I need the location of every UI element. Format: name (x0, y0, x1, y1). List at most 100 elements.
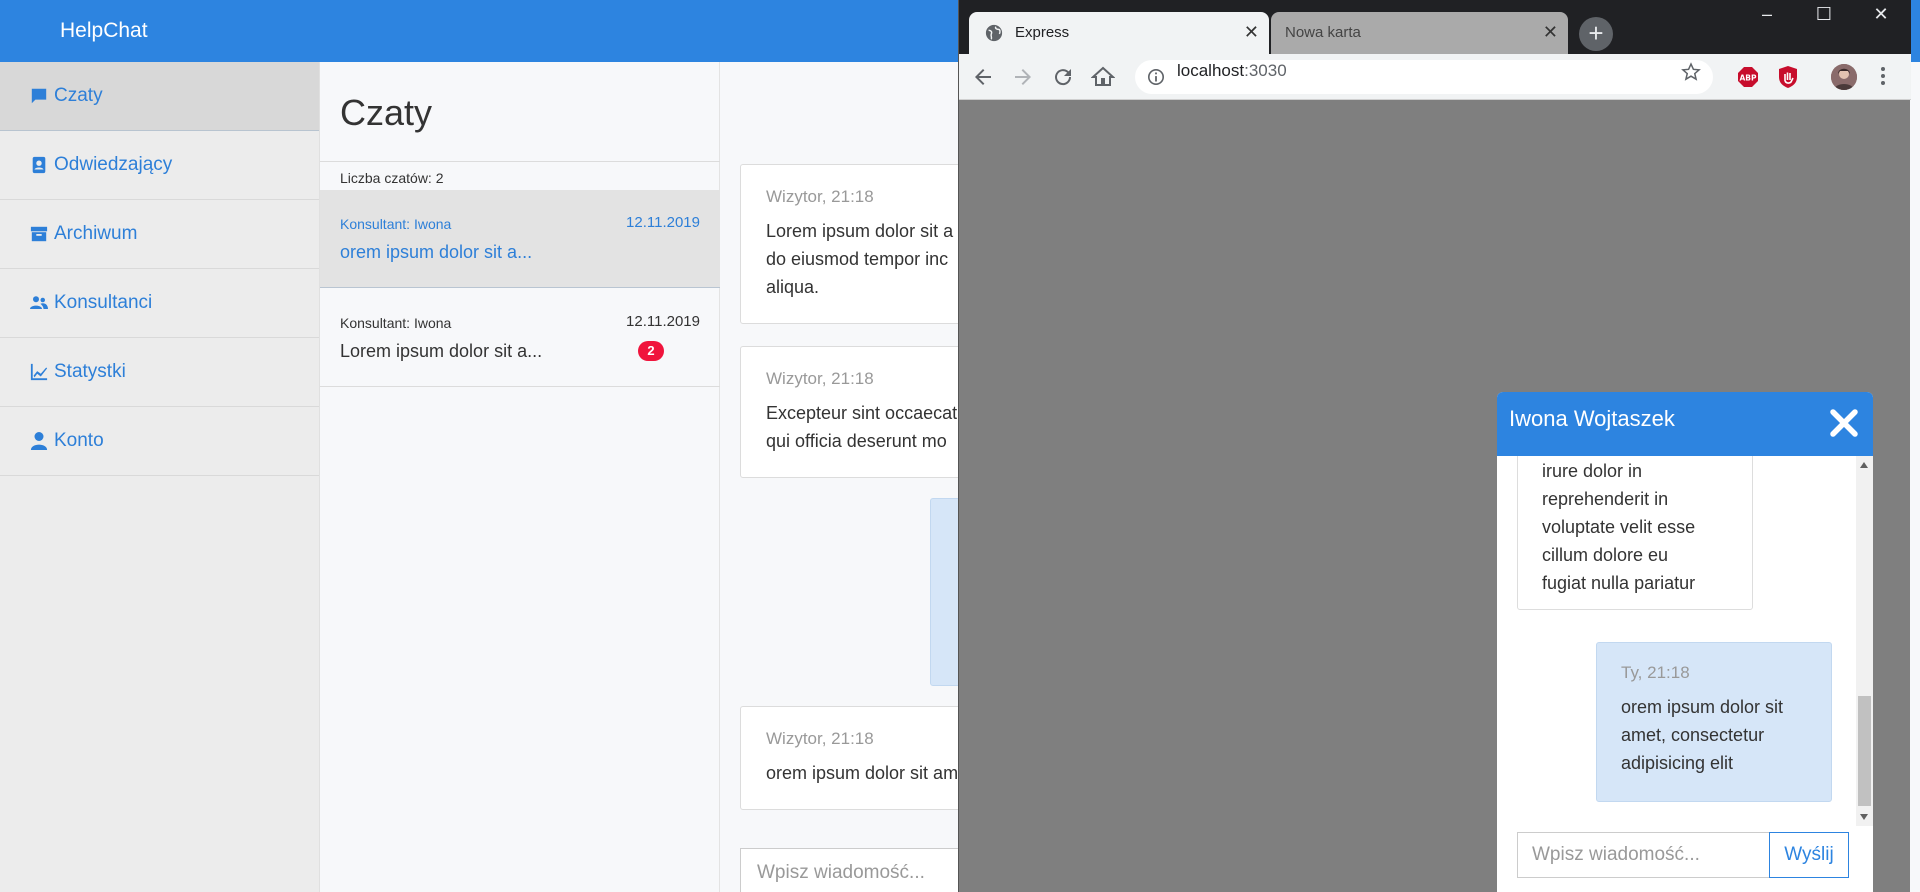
chat-list-item[interactable]: Konsultant: Iwona 12.11.2019 orem ipsum … (320, 190, 720, 288)
own-message: Ty, 21:18 orem ipsum dolor sit amet, con… (1596, 642, 1832, 802)
widget-messages: irure dolor in reprehenderit in voluptat… (1497, 456, 1873, 826)
widget-scrollbar[interactable] (1856, 456, 1873, 826)
scroll-down-arrow-icon[interactable] (1860, 814, 1868, 820)
close-icon[interactable] (1827, 406, 1861, 440)
message-line: adipisicing elit (1621, 753, 1734, 773)
forward-arrow-icon[interactable] (1011, 65, 1035, 89)
message-line: Lorem ipsum dolor sit a (766, 221, 954, 241)
message-line: fugiat nulla pariatur (1542, 573, 1696, 593)
reload-icon[interactable] (1051, 65, 1075, 89)
chat-list-panel: Czaty Liczba czatów: 2 Konsultant: Iwona… (320, 62, 720, 892)
message-line: aliqua. (766, 277, 820, 297)
sidebar-item-label: Konsultanci (54, 292, 153, 313)
visitor-message: Wizytor, 21:18 orem ipsum dolor sit am (740, 706, 960, 810)
sidebar-item-odwiedzajacy[interactable]: Odwiedzający (0, 131, 319, 200)
message-line: qui officia deserunt mo (766, 431, 947, 451)
send-button[interactable]: Wyślij (1769, 832, 1849, 878)
visitor-message: irure dolor in reprehenderit in voluptat… (1517, 456, 1753, 610)
sidebar-item-statystki[interactable]: Statystki (0, 338, 319, 407)
message-meta: Wizytor, 21:18 (766, 369, 874, 388)
users-icon (30, 296, 48, 309)
message-line: cillum dolore eu (1542, 545, 1669, 565)
info-icon[interactable] (1147, 68, 1165, 86)
scrollbar-thumb[interactable] (1858, 696, 1871, 806)
tab-strip: Express ✕ Nowa karta ✕ + – ☐ ✕ (959, 0, 1911, 54)
conversation-panel: Wizytor, 21:18 Lorem ipsum dolor sit a d… (720, 62, 960, 892)
url-text[interactable]: localhost:3030 (1177, 61, 1287, 81)
tab-nowa-karta[interactable]: Nowa karta ✕ (1271, 12, 1568, 54)
message-line: irure dolor in (1542, 461, 1643, 481)
url-port: :3030 (1244, 61, 1287, 80)
chat-count: Liczba czatów: 2 (340, 170, 444, 186)
unread-badge: 2 (638, 341, 664, 361)
kebab-menu-icon[interactable] (1881, 66, 1885, 86)
close-tab-icon[interactable]: ✕ (1543, 23, 1558, 41)
sidebar-item-czaty[interactable]: Czaty (0, 62, 319, 131)
scroll-up-arrow-icon[interactable] (1860, 462, 1868, 468)
maximize-icon[interactable]: ☐ (1796, 0, 1852, 32)
chart-line-icon (30, 363, 48, 381)
chat-item-preview: Lorem ipsum dolor sit a... (340, 341, 543, 361)
sidebar-item-label: Statystki (54, 361, 126, 382)
widget-message-input[interactable]: Wpisz wiadomość... (1517, 832, 1769, 878)
message-line: orem ipsum dolor sit am (766, 763, 959, 783)
chat-item-preview: orem ipsum dolor sit a... (340, 242, 533, 262)
minimize-icon[interactable]: – (1739, 0, 1795, 32)
tab-title: Nowa karta (1285, 24, 1361, 41)
home-icon[interactable] (1091, 65, 1115, 89)
svg-text:ABP: ABP (1739, 74, 1757, 83)
message-text: Lorem ipsum dolor sit a do eiusmod tempo… (766, 217, 953, 301)
message-input[interactable]: Wpisz wiadomość... (740, 848, 960, 892)
globe-icon (985, 24, 1003, 42)
visitor-message: Wizytor, 21:18 Excepteur sint occaecat q… (740, 346, 960, 478)
visitor-message: Wizytor, 21:18 Lorem ipsum dolor sit a d… (740, 164, 960, 324)
archive-box-icon (30, 226, 48, 242)
url-host: localhost (1177, 61, 1245, 80)
app-brand: HelpChat (60, 19, 148, 42)
chat-item-date: 12.11.2019 (626, 313, 700, 330)
widget-footer: Wpisz wiadomość... Wyślij (1497, 826, 1873, 892)
sidebar-item-archiwum[interactable]: Archiwum (0, 200, 319, 269)
bookmark-star-icon[interactable] (1681, 62, 1701, 82)
profile-avatar[interactable] (1831, 64, 1857, 90)
message-text: irure dolor in reprehenderit in voluptat… (1542, 457, 1695, 597)
message-line: orem ipsum dolor sit (1621, 697, 1784, 717)
message-text: orem ipsum dolor sit amet, consectetur a… (1621, 693, 1783, 777)
message-line: voluptate velit esse (1542, 517, 1696, 537)
chat-item-consultant: Konsultant: Iwona (340, 315, 452, 331)
chat-list-item[interactable]: Konsultant: Iwona 12.11.2019 Lorem ipsum… (320, 289, 720, 387)
avatar-image (1831, 64, 1857, 90)
adblock-plus-icon[interactable]: ABP (1737, 66, 1759, 88)
close-window-icon[interactable]: ✕ (1853, 0, 1909, 32)
sidebar-item-label: Odwiedzający (54, 154, 173, 175)
sidebar-item-konto[interactable]: Konto (0, 407, 319, 476)
browser-toolbar: localhost:3030 ABP (959, 54, 1911, 100)
message-meta: Wizytor, 21:18 (766, 729, 874, 748)
message-meta: Ty, 21:18 (1621, 663, 1690, 682)
back-arrow-icon[interactable] (971, 65, 995, 89)
message-line: amet, consectetur (1621, 725, 1765, 745)
sidebar-item-label: Konto (54, 430, 104, 451)
contact-card-icon (32, 156, 46, 174)
message-line: reprehenderit in (1542, 489, 1669, 509)
message-line: do eiusmod tempor inc (766, 249, 949, 269)
user-icon (30, 432, 48, 450)
message-meta: Wizytor, 21:18 (766, 187, 874, 206)
sidebar: Czaty Odwiedzający Archiwum Konsultanci … (0, 62, 320, 892)
tab-express[interactable]: Express ✕ (969, 12, 1269, 54)
chat-item-date: 12.11.2019 (626, 214, 700, 231)
sidebar-item-label: Archiwum (54, 223, 138, 244)
browser-window: Express ✕ Nowa karta ✕ + – ☐ ✕ localhost… (958, 0, 1911, 892)
new-tab-button[interactable]: + (1579, 17, 1613, 51)
tab-title: Express (1015, 24, 1070, 41)
close-tab-icon[interactable]: ✕ (1244, 23, 1259, 41)
chat-bubble-icon (31, 88, 47, 104)
message-text: Excepteur sint occaecat qui officia dese… (766, 399, 957, 455)
ublock-hand-icon[interactable] (1777, 65, 1799, 89)
sidebar-item-konsultanci[interactable]: Konsultanci (0, 269, 319, 338)
message-text: orem ipsum dolor sit am (766, 759, 958, 787)
widget-header: Iwona Wojtaszek (1497, 392, 1873, 456)
chat-item-consultant: Konsultant: Iwona (340, 216, 452, 232)
divider (320, 161, 720, 162)
message-line: Excepteur sint occaecat (766, 403, 958, 423)
